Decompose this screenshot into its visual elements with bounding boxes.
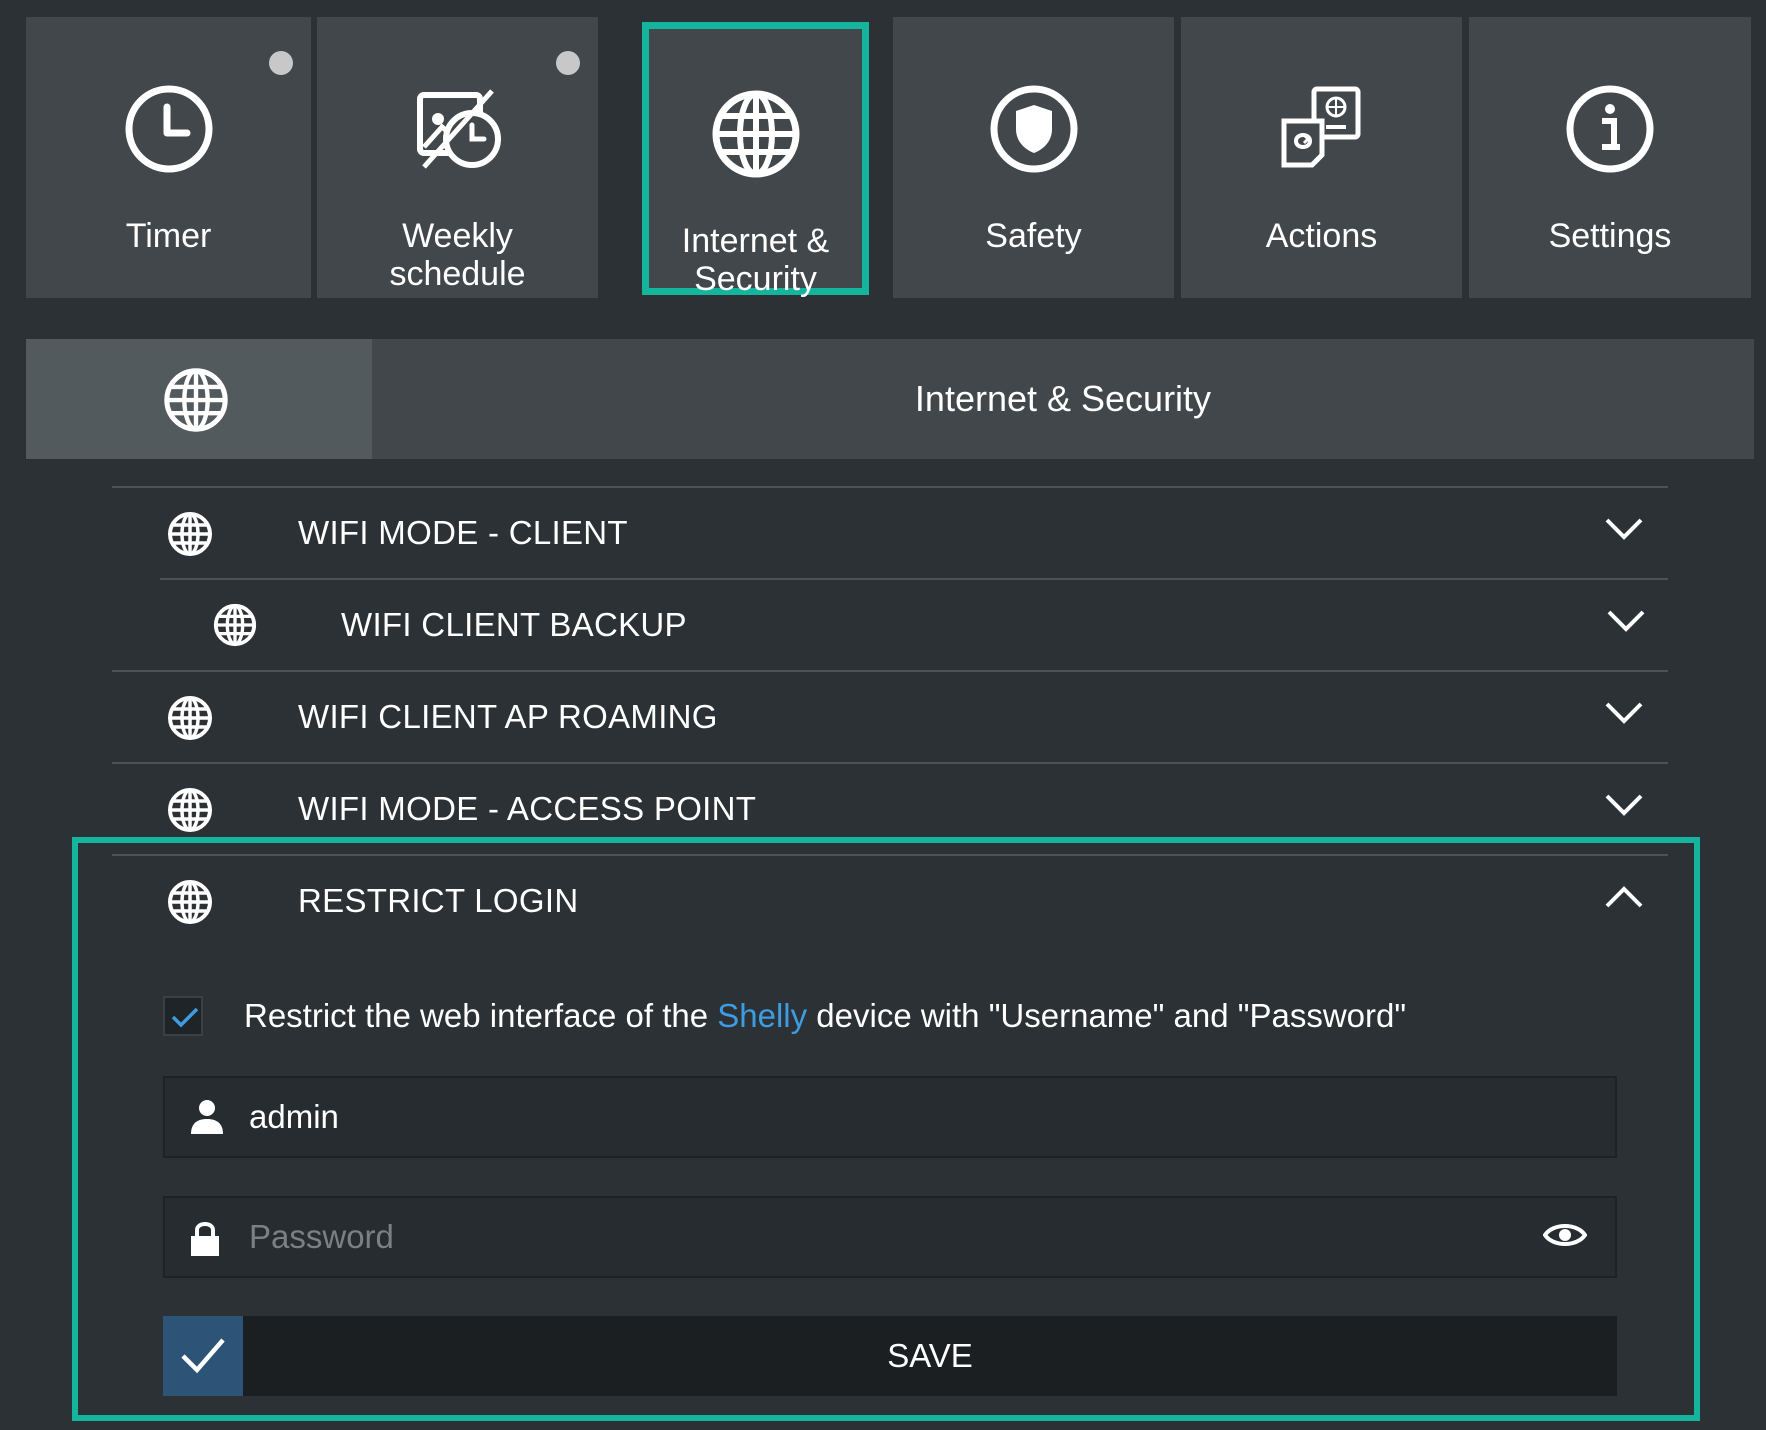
clock-icon [125, 85, 212, 173]
chevron-down-icon[interactable] [1604, 792, 1644, 818]
section-header: Internet & Security [26, 339, 1754, 459]
accordion-wifi-client-backup[interactable]: WIFI CLIENT BACKUP [160, 578, 1668, 668]
accordion-wifi-mode-client[interactable]: WIFI MODE - CLIENT [112, 486, 1668, 576]
description-prefix: Restrict the web interface of the [244, 997, 718, 1034]
tile-label: Internet & Security [681, 222, 830, 298]
checkmark-icon [181, 1338, 225, 1374]
globe-icon [712, 90, 799, 178]
globe-icon [168, 512, 212, 556]
shield-icon [990, 85, 1077, 173]
tile-weekly-schedule[interactable]: Weekly schedule [317, 17, 598, 298]
tile-label: Settings [1548, 217, 1672, 255]
save-label: SAVE [887, 1337, 973, 1374]
brand-link[interactable]: Shelly [717, 997, 807, 1034]
tile-label: Timer [125, 217, 212, 255]
status-dot [556, 51, 580, 75]
tile-label: Actions [1265, 217, 1378, 255]
tile-internet-security[interactable]: Internet & Security [642, 22, 869, 298]
section-label: WIFI CLIENT BACKUP [341, 606, 687, 643]
lock-icon [191, 1222, 219, 1256]
password-placeholder: Password [249, 1218, 394, 1255]
tile-label: Weekly schedule [389, 217, 526, 293]
password-field[interactable]: Password [163, 1196, 1617, 1278]
header-icon-box [26, 339, 372, 459]
status-dot [269, 51, 293, 75]
globe-icon [164, 368, 228, 432]
tile-actions[interactable]: Actions [1181, 17, 1462, 298]
actions-icon [1281, 86, 1360, 168]
restrict-login-checkbox[interactable] [163, 996, 203, 1036]
chevron-down-icon[interactable] [1604, 516, 1644, 542]
username-value: admin [249, 1098, 339, 1135]
checkmark-icon [171, 1007, 199, 1028]
calendar-icon [416, 89, 501, 169]
restrict-login-description: Restrict the web interface of the Shelly… [244, 993, 1406, 1039]
globe-icon [213, 603, 257, 647]
user-icon [191, 1100, 223, 1134]
chevron-down-icon[interactable] [1604, 700, 1644, 726]
globe-icon [168, 696, 212, 740]
tile-settings[interactable]: Settings [1469, 17, 1751, 298]
tile-label: Safety [985, 217, 1082, 255]
chevron-down-icon[interactable] [1606, 608, 1646, 634]
page-title: Internet & Security [914, 378, 1212, 419]
save-check-box [163, 1316, 243, 1396]
tile-timer[interactable]: Timer [26, 17, 311, 298]
accordion-wifi-client-ap-roaming[interactable]: WIFI CLIENT AP ROAMING [112, 670, 1668, 760]
tile-safety[interactable]: Safety [893, 17, 1174, 298]
globe-icon [168, 788, 212, 832]
section-label: WIFI CLIENT AP ROAMING [298, 698, 718, 735]
description-suffix: device with "Username" and "Password" [807, 997, 1407, 1034]
section-label: WIFI MODE - CLIENT [298, 514, 628, 551]
eye-icon[interactable] [1543, 1220, 1587, 1250]
username-field[interactable]: admin [163, 1076, 1617, 1158]
info-icon [1566, 85, 1654, 173]
save-button[interactable]: SAVE [163, 1316, 1617, 1396]
